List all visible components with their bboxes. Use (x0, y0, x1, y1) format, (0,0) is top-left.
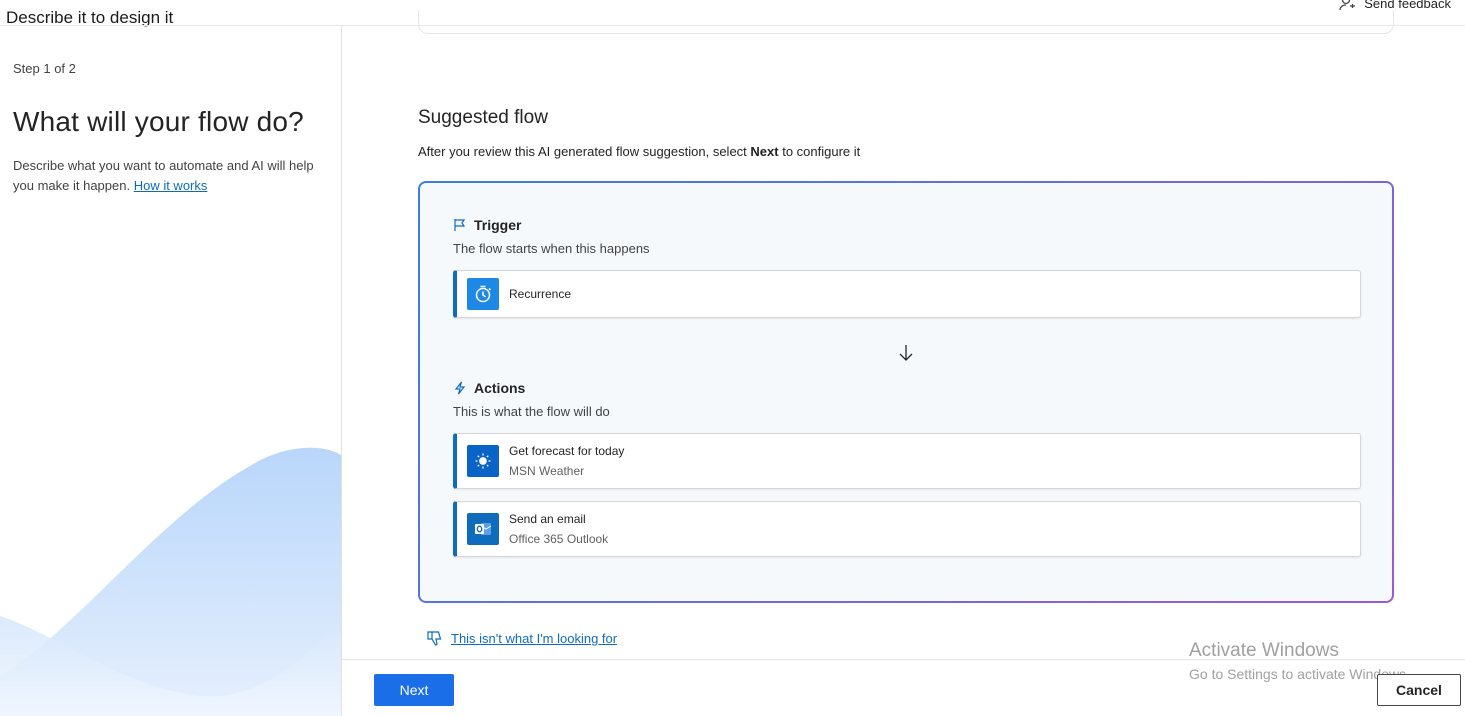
action-card-name: Send an email (509, 512, 586, 526)
suggested-flow-inner: Trigger The flow starts when this happen… (420, 183, 1392, 601)
actions-heading-label: Actions (474, 380, 526, 396)
suggested-flow-box: Trigger The flow starts when this happen… (418, 181, 1394, 603)
action-card-name: Get forecast for today (509, 444, 625, 458)
suggested-flow-title: Suggested flow (418, 107, 548, 128)
previous-card-edge (418, 10, 1394, 34)
trigger-card-recurrence[interactable]: Recurrence (453, 270, 1361, 318)
trigger-subtitle: The flow starts when this happens (453, 241, 650, 256)
subtitle-bold: Next (750, 144, 779, 159)
send-feedback-label: Send feedback (1364, 0, 1451, 11)
action-card-get-forecast[interactable]: Get forecast for today MSN Weather (453, 433, 1361, 489)
step-indicator: Step 1 of 2 (13, 61, 76, 76)
left-panel: Step 1 of 2 What will your flow do? Desc… (0, 26, 342, 716)
watermark-line-1: Activate Windows (1189, 640, 1339, 661)
how-it-works-link[interactable]: How it works (134, 178, 208, 193)
decorative-wave (0, 447, 341, 716)
trigger-heading-label: Trigger (474, 217, 522, 233)
cancel-button[interactable]: Cancel (1377, 674, 1461, 706)
outlook-icon (467, 513, 499, 545)
action-card-connector: Office 365 Outlook (509, 532, 609, 546)
actions-subtitle: This is what the flow will do (453, 404, 610, 419)
action-card-connector: MSN Weather (509, 464, 585, 478)
left-heading: What will your flow do? (13, 106, 304, 137)
sun-icon (467, 445, 499, 477)
arrow-down-icon (899, 345, 913, 361)
actions-heading: Actions (453, 380, 525, 396)
flag-icon (454, 219, 466, 231)
thumbs-down-icon (427, 631, 442, 646)
trigger-heading: Trigger (453, 217, 521, 233)
alarm-clock-icon (467, 278, 499, 310)
next-button[interactable]: Next (374, 674, 454, 706)
not-what-looking-for-label: This isn't what I'm looking for (451, 631, 618, 646)
suggested-flow-subtitle: After you review this AI generated flow … (418, 144, 860, 159)
action-card-send-email[interactable]: Send an email Office 365 Outlook (453, 501, 1361, 557)
lightning-icon (454, 381, 466, 395)
trigger-card-name: Recurrence (509, 287, 572, 301)
subtitle-text: After you review this AI generated flow … (418, 144, 751, 159)
left-description: Describe what you want to automate and A… (13, 156, 323, 196)
not-what-looking-for-link[interactable]: This isn't what I'm looking for (426, 630, 617, 647)
subtitle-text-end: to configure it (778, 144, 861, 159)
